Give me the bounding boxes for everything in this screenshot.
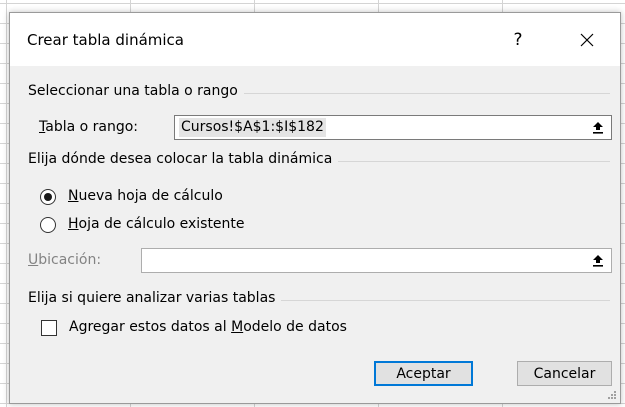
range-label-text: abla o rango: — [45, 119, 139, 135]
ok-button[interactable]: Aceptar — [374, 361, 473, 386]
location-input[interactable] — [141, 248, 612, 273]
collapse-dialog-icon — [593, 255, 603, 267]
location-label: Ubicación: — [28, 252, 101, 268]
datamodel-checkbox[interactable] — [41, 320, 57, 336]
existing-sheet-label[interactable]: Hoja de cálculo existente — [68, 216, 245, 232]
close-icon — [580, 33, 594, 47]
datamodel-accesskey: M — [231, 319, 244, 335]
group-label-source: Seleccionar una tabla o rango — [28, 83, 244, 99]
create-pivot-table-dialog: Crear tabla dinámica ? Seleccionar una t… — [9, 12, 621, 404]
dialog-titlebar: Crear tabla dinámica ? — [10, 13, 620, 66]
location-input-field[interactable] — [148, 250, 528, 271]
existing-sheet-radio[interactable] — [40, 217, 56, 233]
datamodel-text-post: odelo de datos — [243, 319, 347, 335]
range-input-value: Cursos!$A$1:$I$182 — [179, 118, 326, 137]
range-collapse-button[interactable] — [587, 118, 609, 137]
new-sheet-label[interactable]: Nueva hoja de cálculo — [68, 188, 223, 204]
existing-sheet-text: oja de cálculo existente — [78, 216, 245, 232]
group-label-multiple: Elija si quiere analizar varias tablas — [28, 290, 282, 306]
dialog-title: Crear tabla dinámica — [27, 31, 184, 49]
group-label-destination: Elija dónde desea colocar la tabla dinám… — [28, 151, 339, 167]
range-label: Tabla o rango: — [39, 119, 138, 135]
existing-sheet-accesskey: H — [68, 216, 79, 232]
location-accesskey: U — [28, 252, 39, 268]
location-text: bicación: — [38, 252, 102, 268]
resize-grip-icon[interactable] — [607, 390, 617, 400]
new-sheet-radio[interactable] — [40, 189, 56, 205]
datamodel-label[interactable]: Agregar estos datos al Modelo de datos — [69, 319, 347, 335]
new-sheet-accesskey: N — [68, 188, 79, 204]
range-input[interactable]: Cursos!$A$1:$I$182 — [174, 115, 612, 140]
location-collapse-button[interactable] — [587, 251, 609, 270]
help-button[interactable]: ? — [498, 23, 538, 57]
collapse-dialog-icon — [593, 122, 603, 134]
new-sheet-text: ueva hoja de cálculo — [78, 188, 223, 204]
datamodel-text-pre: Agregar estos datos al — [69, 319, 232, 335]
cancel-button[interactable]: Cancelar — [517, 361, 612, 386]
close-button[interactable] — [564, 23, 610, 57]
